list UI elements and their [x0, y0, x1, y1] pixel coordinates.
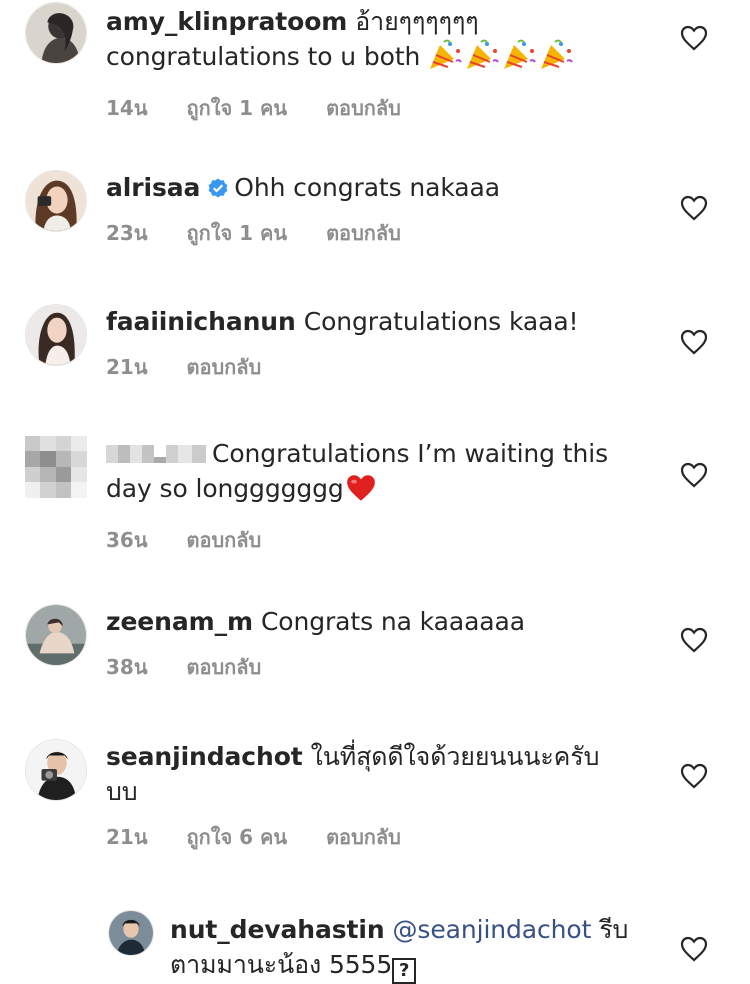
reply-button[interactable]: ตอบกลับ: [186, 355, 261, 379]
party-popper-emoji: [428, 39, 578, 80]
avatar[interactable]: [25, 739, 87, 801]
comment-time: 21น: [106, 355, 148, 379]
comment-time: 23น: [106, 221, 148, 245]
avatar[interactable]: [25, 170, 87, 232]
comment-username[interactable]: nut_devahastin: [170, 915, 385, 944]
comment-likes-link[interactable]: ถูกใจ 1 คน: [186, 221, 287, 245]
reply-button[interactable]: ตอบกลับ: [326, 825, 401, 849]
comment-message: Congrats na kaaaaaa: [260, 607, 525, 636]
heart-outline-icon[interactable]: [680, 462, 708, 488]
verified-badge-icon: [208, 172, 228, 198]
heart-outline-icon[interactable]: [680, 936, 708, 962]
avatar-photo: [26, 305, 86, 365]
blurred-username: [106, 439, 206, 463]
comment-message: อ้ายๆๆๆๆๆๆ: [355, 7, 479, 36]
comment-text: nut_devahastin @seanjindachot รีบ ตามมานะ…: [170, 912, 654, 984]
comment-text: alrisaa Ohh congrats nakaaa: [106, 170, 654, 205]
reply-button[interactable]: ตอบกลับ: [326, 96, 401, 120]
avatar[interactable]: [25, 604, 87, 666]
comment-message-line2: ตามมานะน้อง 5555: [170, 950, 393, 979]
avatar-photo: [109, 911, 153, 955]
heart-outline-icon[interactable]: [680, 763, 708, 789]
red-heart-emoji: [344, 473, 378, 512]
unsupported-emoji-box: ?: [392, 958, 417, 984]
comment-username[interactable]: amy_klinpratoom: [106, 7, 347, 36]
comment-time: 38น: [106, 655, 148, 679]
heart-outline-icon[interactable]: [680, 25, 708, 51]
reply-button[interactable]: ตอบกลับ: [186, 655, 261, 679]
avatar[interactable]: [25, 436, 87, 498]
heart-outline-icon[interactable]: [680, 329, 708, 355]
comment-time: 36น: [106, 528, 148, 552]
blurred-avatar: [25, 436, 87, 498]
comment-message: Ohh congrats nakaaa: [234, 173, 500, 202]
reply-button[interactable]: ตอบกลับ: [186, 528, 261, 552]
heart-outline-icon[interactable]: [680, 195, 708, 221]
avatar-photo: [26, 605, 86, 665]
comment-message: ในที่สุดดีใจด้วยยนนนะครับ: [310, 742, 600, 771]
mention-link[interactable]: @seanjindachot: [393, 915, 592, 944]
comment-message-line2: บบ: [106, 777, 138, 806]
comment-message-line2: day so longgggggg: [106, 474, 344, 503]
comment-text: zeenam_m Congrats na kaaaaaa: [106, 604, 654, 639]
comment-meta: 21น ตอบกลับ: [106, 351, 654, 383]
comment-username[interactable]: faaiinichanun: [106, 307, 296, 336]
comment-meta: 36น ตอบกลับ: [106, 524, 654, 556]
comment-text: amy_klinpratoom อ้ายๆๆๆๆๆๆ congratulation…: [106, 4, 654, 80]
avatar[interactable]: [25, 304, 87, 366]
avatar-photo: [26, 171, 86, 231]
comment-username[interactable]: alrisaa: [106, 173, 200, 202]
comments-list: amy_klinpratoom อ้ายๆๆๆๆๆๆ congratulation…: [0, 0, 750, 984]
comment-time: 14น: [106, 96, 148, 120]
comment-likes-link[interactable]: ถูกใจ 6 คน: [186, 825, 287, 849]
comment-username[interactable]: zeenam_m: [106, 607, 253, 636]
comment-message: Congratulations I’m waiting this: [212, 439, 608, 468]
comment-username[interactable]: seanjindachot: [106, 742, 303, 771]
comment-meta: 23น ถูกใจ 1 คน ตอบกลับ: [106, 217, 654, 249]
comment-time: 21น: [106, 825, 148, 849]
avatar[interactable]: [25, 2, 87, 64]
comment-text: seanjindachot ในที่สุดดีใจด้วยยนนนะครับ บ…: [106, 739, 654, 809]
comment-meta: 38น ตอบกลับ: [106, 651, 654, 683]
reply-button[interactable]: ตอบกลับ: [326, 221, 401, 245]
avatar[interactable]: [108, 910, 154, 956]
comment-meta: 14น ถูกใจ 1 คน ตอบกลับ: [106, 92, 654, 124]
comment-meta: 21น ถูกใจ 6 คน ตอบกลับ: [106, 821, 654, 853]
comment-message: รีบ: [599, 915, 629, 944]
comment-likes-link[interactable]: ถูกใจ 1 คน: [186, 96, 287, 120]
comment-message-line2: congratulations to u both: [106, 42, 421, 71]
heart-outline-icon[interactable]: [680, 627, 708, 653]
comment-text: faaiinichanun Congratulations kaaa!: [106, 304, 654, 339]
comment-message: Congratulations kaaa!: [303, 307, 579, 336]
avatar-photo: [26, 740, 86, 800]
avatar-photo: [26, 3, 86, 63]
comment-text: Congratulations I’m waiting this day so …: [106, 436, 654, 512]
